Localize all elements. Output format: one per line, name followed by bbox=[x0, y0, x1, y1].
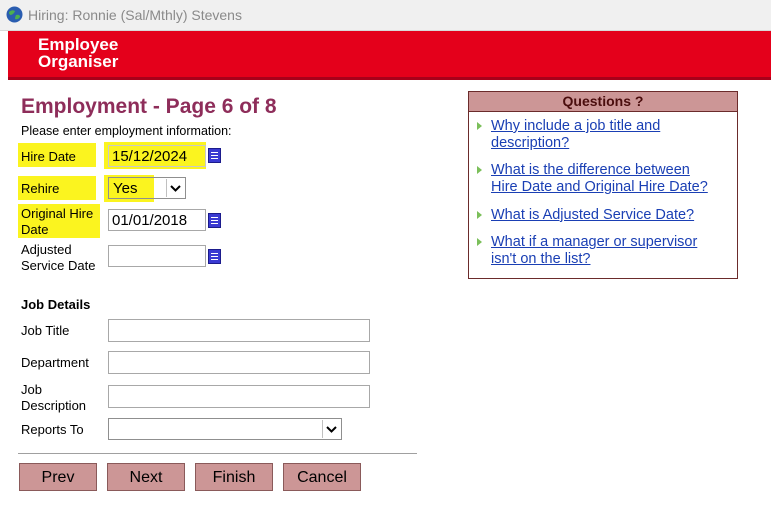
department-label: Department bbox=[21, 355, 89, 370]
reports-to-select[interactable] bbox=[108, 418, 342, 440]
question-link-hire-date-difference[interactable]: What is the difference between Hire Date … bbox=[491, 162, 736, 196]
window-titlebar: Hiring: Ronnie (Sal/Mthly) Stevens bbox=[0, 0, 771, 31]
bullet-arrow-icon bbox=[477, 211, 482, 219]
left-edge bbox=[0, 31, 8, 532]
hire-date-label: Hire Date bbox=[21, 149, 76, 164]
job-title-input[interactable] bbox=[108, 319, 370, 342]
adjusted-service-date-input[interactable] bbox=[108, 245, 206, 267]
job-description-label: Job Description bbox=[21, 382, 87, 413]
original-hire-date-label-highlight: Original Hire Date bbox=[18, 204, 100, 238]
rehire-label-highlight: Rehire bbox=[18, 176, 96, 200]
form-divider bbox=[18, 453, 417, 454]
question-item: What is the difference between Hire Date … bbox=[477, 162, 732, 196]
globe-icon bbox=[6, 6, 23, 23]
finish-button[interactable]: Finish bbox=[195, 463, 273, 491]
app-banner: Employee Organiser bbox=[8, 31, 771, 80]
job-description-input[interactable] bbox=[108, 385, 370, 408]
rehire-value: Yes bbox=[113, 180, 138, 197]
question-link-manager-not-listed[interactable]: What if a manager or supervisor isn't on … bbox=[491, 234, 736, 268]
adjusted-service-date-label: Adjusted Service Date bbox=[21, 242, 96, 273]
question-item: What is Adjusted Service Date? bbox=[477, 207, 732, 225]
window-title: Hiring: Ronnie (Sal/Mthly) Stevens bbox=[28, 7, 242, 23]
cancel-button[interactable]: Cancel bbox=[283, 463, 361, 491]
job-title-label: Job Title bbox=[21, 323, 70, 338]
hire-date-calendar-icon[interactable] bbox=[208, 148, 221, 163]
job-details-heading: Job Details bbox=[21, 297, 91, 312]
next-button[interactable]: Next bbox=[107, 463, 185, 491]
original-hire-date-label: Original Hire Date bbox=[21, 206, 94, 237]
chevron-down-icon[interactable] bbox=[166, 179, 184, 197]
department-input[interactable] bbox=[108, 351, 370, 374]
prev-button[interactable]: Prev bbox=[19, 463, 97, 491]
rehire-select[interactable]: Yes bbox=[108, 177, 186, 199]
hire-date-label-highlight: Hire Date bbox=[18, 143, 96, 167]
logo-line-1: Employee bbox=[38, 35, 119, 54]
page-title: Employment - Page 6 of 8 bbox=[21, 95, 277, 118]
page-instruction: Please enter employment information: bbox=[21, 124, 232, 138]
questions-panel: Questions ? Why include a job title and d… bbox=[468, 91, 738, 279]
chevron-down-icon[interactable] bbox=[322, 420, 340, 438]
question-item: What if a manager or supervisor isn't on … bbox=[477, 234, 732, 268]
hire-date-input[interactable] bbox=[108, 145, 206, 167]
adjusted-service-date-calendar-icon[interactable] bbox=[208, 249, 221, 264]
question-link-job-title[interactable]: Why include a job title and description? bbox=[491, 118, 736, 152]
logo-line-2: Organiser bbox=[38, 52, 119, 71]
original-hire-date-calendar-icon[interactable] bbox=[208, 213, 221, 228]
question-link-adjusted-service-date[interactable]: What is Adjusted Service Date? bbox=[491, 207, 736, 224]
question-item: Why include a job title and description? bbox=[477, 118, 732, 152]
bullet-arrow-icon bbox=[477, 122, 482, 130]
questions-header: Questions ? bbox=[469, 92, 737, 112]
app-logo: Employee Organiser bbox=[38, 36, 118, 70]
bullet-arrow-icon bbox=[477, 238, 482, 246]
original-hire-date-input[interactable] bbox=[108, 209, 206, 231]
reports-to-label: Reports To bbox=[21, 422, 84, 437]
bullet-arrow-icon bbox=[477, 166, 482, 174]
rehire-label: Rehire bbox=[21, 181, 60, 196]
